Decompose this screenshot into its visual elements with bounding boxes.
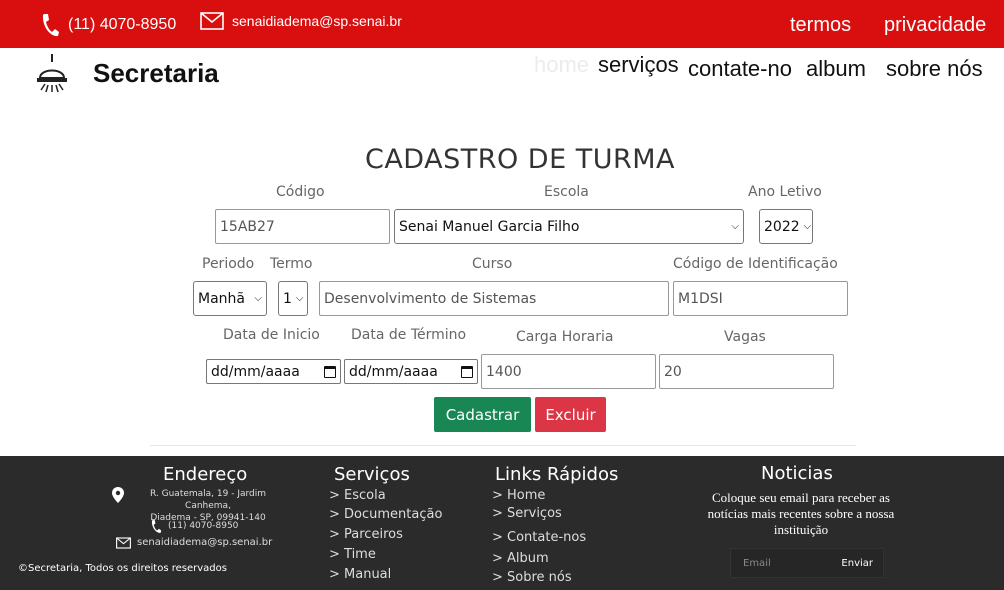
footer-link-servicos[interactable]: > Serviços: [492, 506, 562, 521]
label-escola: Escola: [544, 184, 589, 200]
privacidade-link[interactable]: privacidade: [884, 14, 986, 37]
newsletter-send-button[interactable]: Enviar: [841, 558, 873, 569]
chevron-down-icon: ⌵: [254, 293, 262, 304]
data-inicio-value: dd/mm/aaaa: [211, 363, 300, 380]
footer-servicos-time[interactable]: > Time: [329, 547, 376, 562]
footer-links-title: Links Rápidos: [495, 464, 619, 485]
footer-noticias-text: Coloque seu email para receber as notíci…: [707, 490, 895, 537]
footer-servicos-documentacao[interactable]: > Documentação: [329, 507, 442, 522]
footer-servicos-escola[interactable]: > Escola: [329, 488, 386, 503]
brand-title[interactable]: Secretaria: [93, 58, 219, 89]
phone-icon: [151, 520, 162, 533]
termos-link[interactable]: termos: [790, 14, 851, 37]
termo-value: 1: [283, 290, 292, 307]
data-inicio-input[interactable]: dd/mm/aaaa: [206, 359, 341, 384]
footer-servicos-title: Serviços: [334, 464, 410, 485]
lamp-logo-icon[interactable]: [32, 52, 72, 96]
nav-servicos[interactable]: serviços: [598, 52, 679, 78]
footer-servicos-parceiros[interactable]: > Parceiros: [329, 527, 403, 542]
codigo-identificacao-input[interactable]: M1DSI: [673, 281, 848, 316]
topbar-email[interactable]: senaidiadema@sp.senai.br: [200, 12, 402, 30]
newsletter-email-input[interactable]: Email: [743, 558, 771, 569]
calendar-icon[interactable]: [461, 365, 473, 378]
newsletter-form: Email Enviar: [730, 548, 884, 578]
footer-email[interactable]: senaidiadema@sp.senai.br: [137, 537, 272, 549]
carga-horaria-input[interactable]: 1400: [481, 354, 656, 389]
label-periodo: Periodo: [202, 256, 255, 272]
data-termino-input[interactable]: dd/mm/aaaa: [344, 359, 478, 384]
escola-select-value: Senai Manuel Garcia Filho: [399, 218, 580, 235]
footer-address-line1: R. Guatemala, 19 - Jardim Canhema,: [149, 489, 267, 511]
nav-sobre[interactable]: sobre nós: [886, 56, 983, 82]
vagas-input[interactable]: 20: [659, 354, 834, 389]
ano-letivo-value: 2022: [764, 218, 800, 235]
chevron-down-icon: ⌵: [295, 293, 304, 304]
curso-input[interactable]: Desenvolvimento de Sistemas: [319, 281, 669, 316]
nav-home[interactable]: home: [534, 52, 589, 78]
label-codigo-identificacao: Código de Identificação: [673, 256, 838, 272]
footer-servicos-manual[interactable]: > Manual: [329, 567, 391, 582]
footer-link-contate[interactable]: > Contate-nos: [492, 530, 586, 545]
excluir-button[interactable]: Excluir: [535, 397, 606, 432]
periodo-select[interactable]: Manhã ⌵: [193, 281, 267, 316]
topbar-phone[interactable]: (11) 4070-8950: [40, 12, 176, 38]
topbar-email-text: senaidiadema@sp.senai.br: [232, 13, 402, 29]
termo-select[interactable]: 1 ⌵: [278, 281, 308, 316]
nav-contate[interactable]: contate-no: [688, 56, 792, 82]
cadastrar-button[interactable]: Cadastrar: [434, 397, 531, 432]
ano-letivo-select[interactable]: 2022 ⌵: [759, 209, 813, 244]
label-data-termino: Data de Término: [351, 327, 467, 343]
label-data-inicio: Data de Inicio: [223, 327, 320, 343]
footer-link-home[interactable]: > Home: [492, 488, 545, 503]
escola-select[interactable]: Senai Manuel Garcia Filho ⌵: [394, 209, 744, 244]
chevron-down-icon: ⌵: [731, 221, 739, 232]
divider: [150, 445, 856, 446]
nav-album[interactable]: album: [806, 56, 866, 82]
label-curso: Curso: [472, 256, 513, 272]
label-codigo: Código: [276, 184, 325, 200]
codigo-input[interactable]: 15AB27: [215, 209, 390, 244]
footer-link-sobre[interactable]: > Sobre nós: [492, 570, 572, 585]
copyright: ©Secretaria, Todos os direitos reservado…: [18, 563, 227, 574]
data-termino-value: dd/mm/aaaa: [349, 363, 438, 380]
phone-icon: [42, 14, 59, 37]
label-termo: Termo: [270, 256, 313, 272]
topbar-phone-text: (11) 4070-8950: [68, 16, 177, 33]
map-pin-icon: [112, 487, 124, 503]
label-carga-horaria: Carga Horaria: [516, 329, 614, 345]
label-vagas: Vagas: [724, 329, 766, 345]
calendar-icon[interactable]: [324, 365, 336, 378]
mail-icon: [116, 537, 131, 549]
footer-noticias-title: Noticias: [761, 463, 833, 484]
footer-link-album[interactable]: > Album: [492, 551, 549, 566]
chevron-down-icon: ⌵: [803, 221, 812, 232]
footer-phone: (11) 4070-8950: [168, 521, 239, 531]
label-ano-letivo: Ano Letivo: [748, 184, 822, 200]
footer-endereco-title: Endereço: [163, 464, 248, 485]
form-title: CADASTRO DE TURMA: [364, 144, 676, 175]
top-bar: (11) 4070-8950 senaidiadema@sp.senai.br …: [0, 0, 1004, 48]
mail-icon: [200, 12, 224, 30]
periodo-value: Manhã: [198, 290, 245, 307]
